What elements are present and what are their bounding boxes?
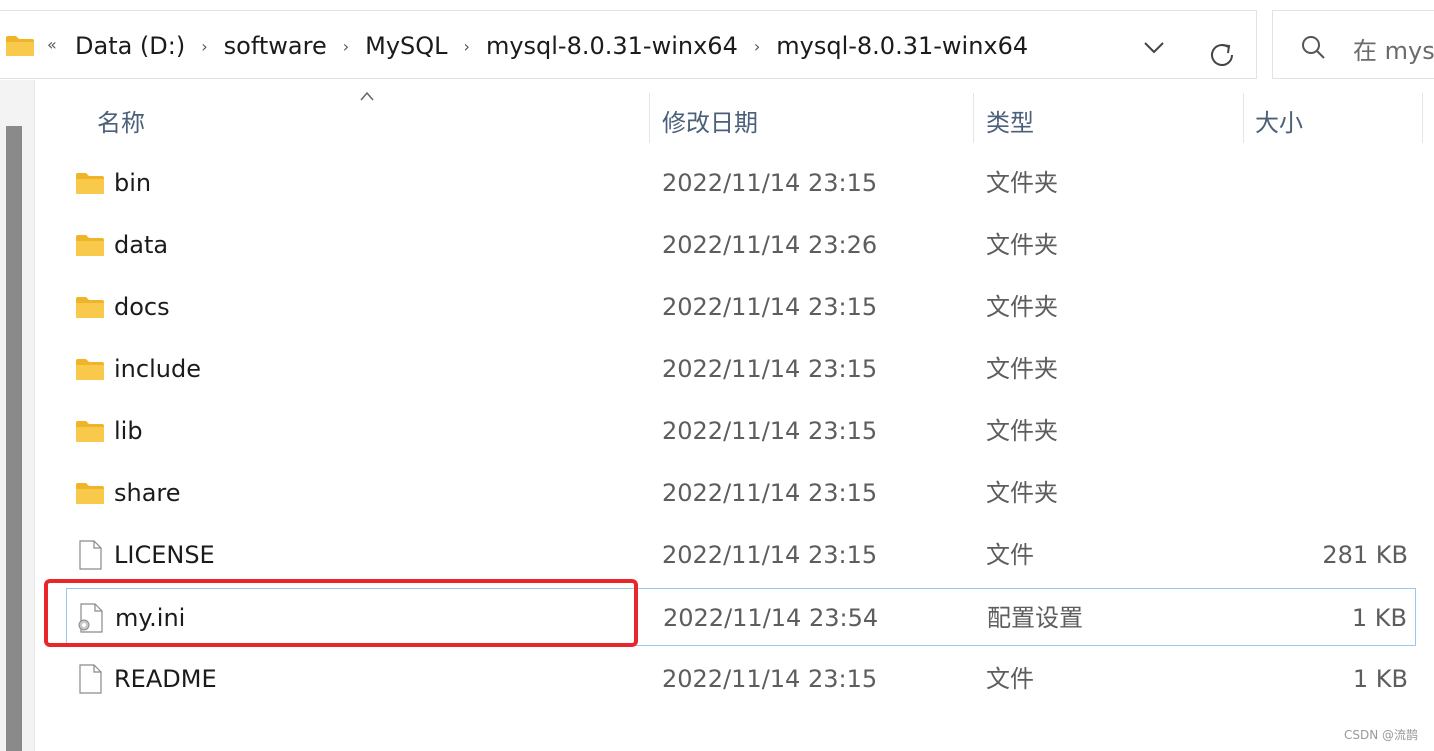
folder-icon <box>76 297 104 318</box>
file-explorer-window: « Data (D:) › software › MySQL › mysql-8… <box>0 0 1434 751</box>
file-type: 文件 <box>986 541 1034 569</box>
nav-scrollbar[interactable] <box>6 126 22 751</box>
column-header-type[interactable]: 类型 <box>986 103 1034 138</box>
breadcrumb-overflow-button[interactable]: « <box>47 35 57 54</box>
breadcrumb-item-mysql-subdir[interactable]: mysql-8.0.31-winx64 <box>774 32 1030 60</box>
file-date: 2022/11/14 23:26 <box>662 231 878 259</box>
list-item[interactable]: docs 2022/11/14 23:15 文件夹 <box>66 278 1416 336</box>
list-item[interactable]: lib 2022/11/14 23:15 文件夹 <box>66 402 1416 460</box>
folder-icon <box>76 421 104 442</box>
chevron-right-icon[interactable]: › <box>740 37 774 56</box>
column-header-size[interactable]: 大小 <box>1255 103 1303 138</box>
file-type: 文件夹 <box>986 355 1058 383</box>
file-type: 文件夹 <box>986 231 1058 259</box>
folder-icon <box>76 359 104 380</box>
file-name: LICENSE <box>114 541 215 569</box>
list-item[interactable]: LICENSE 2022/11/14 23:15 文件 281 KB <box>66 526 1416 584</box>
watermark: CSDN @流鹊 <box>1343 728 1418 742</box>
file-date: 2022/11/14 23:15 <box>662 541 878 569</box>
list-item[interactable]: share 2022/11/14 23:15 文件夹 <box>66 464 1416 522</box>
breadcrumb-item-drive[interactable]: Data (D:) <box>73 32 187 60</box>
file-icon <box>79 540 102 570</box>
folder-icon <box>76 235 104 256</box>
breadcrumb-item-mysql-dir[interactable]: mysql-8.0.31-winx64 <box>484 32 740 60</box>
file-name: docs <box>114 293 170 321</box>
file-name: include <box>114 355 201 383</box>
file-name: README <box>114 665 217 693</box>
chevron-right-icon[interactable]: › <box>329 37 363 56</box>
file-type: 文件夹 <box>986 479 1058 507</box>
annotation-highlight-box <box>44 579 638 647</box>
folder-icon <box>76 483 104 504</box>
file-name: bin <box>114 169 152 197</box>
file-size: 1 KB <box>1352 665 1408 693</box>
column-header-name[interactable]: 名称 <box>97 103 145 138</box>
column-divider[interactable] <box>1422 93 1423 143</box>
chevron-right-icon[interactable]: › <box>187 37 221 56</box>
file-type: 文件夹 <box>986 169 1058 197</box>
list-item[interactable]: bin 2022/11/14 23:15 文件夹 <box>66 154 1416 212</box>
address-bar[interactable]: « Data (D:) › software › MySQL › mysql-8… <box>0 10 1257 79</box>
file-name: data <box>114 231 169 259</box>
file-size: 281 KB <box>1322 541 1408 569</box>
file-type: 文件夹 <box>986 293 1058 321</box>
file-date: 2022/11/14 23:15 <box>662 293 878 321</box>
column-header-date[interactable]: 修改日期 <box>662 103 758 138</box>
folder-icon <box>6 36 34 56</box>
sort-ascending-icon <box>360 91 374 101</box>
breadcrumb-item-mysql[interactable]: MySQL <box>363 32 449 60</box>
search-box[interactable]: 在 mys <box>1272 10 1434 79</box>
file-type: 文件夹 <box>986 417 1058 445</box>
column-divider[interactable] <box>649 93 650 143</box>
refresh-icon[interactable] <box>1208 41 1238 71</box>
chevron-down-icon[interactable] <box>1141 37 1167 57</box>
list-item[interactable]: include 2022/11/14 23:15 文件夹 <box>66 340 1416 398</box>
file-date: 2022/11/14 23:15 <box>662 665 878 693</box>
list-item[interactable]: README 2022/11/14 23:15 文件 1 KB <box>66 650 1416 708</box>
file-name: share <box>114 479 181 507</box>
folder-icon <box>76 173 104 194</box>
file-date: 2022/11/14 23:15 <box>662 355 878 383</box>
file-type: 配置设置 <box>987 604 1083 632</box>
search-icon <box>1302 36 1325 59</box>
file-size: 1 KB <box>1351 604 1407 632</box>
file-date: 2022/11/14 23:15 <box>662 169 878 197</box>
breadcrumb: Data (D:) › software › MySQL › mysql-8.0… <box>73 29 1030 63</box>
file-type: 文件 <box>986 665 1034 693</box>
list-item[interactable]: data 2022/11/14 23:26 文件夹 <box>66 216 1416 274</box>
search-placeholder: 在 mys <box>1353 37 1434 65</box>
file-date: 2022/11/14 23:54 <box>663 604 879 632</box>
column-divider[interactable] <box>973 93 974 143</box>
file-name: lib <box>114 417 143 445</box>
column-divider[interactable] <box>1243 93 1244 143</box>
chevron-right-icon[interactable]: › <box>450 37 484 56</box>
file-date: 2022/11/14 23:15 <box>662 417 878 445</box>
file-icon <box>79 664 102 694</box>
file-date: 2022/11/14 23:15 <box>662 479 878 507</box>
navigation-pane <box>0 80 35 751</box>
breadcrumb-item-software[interactable]: software <box>222 32 329 60</box>
